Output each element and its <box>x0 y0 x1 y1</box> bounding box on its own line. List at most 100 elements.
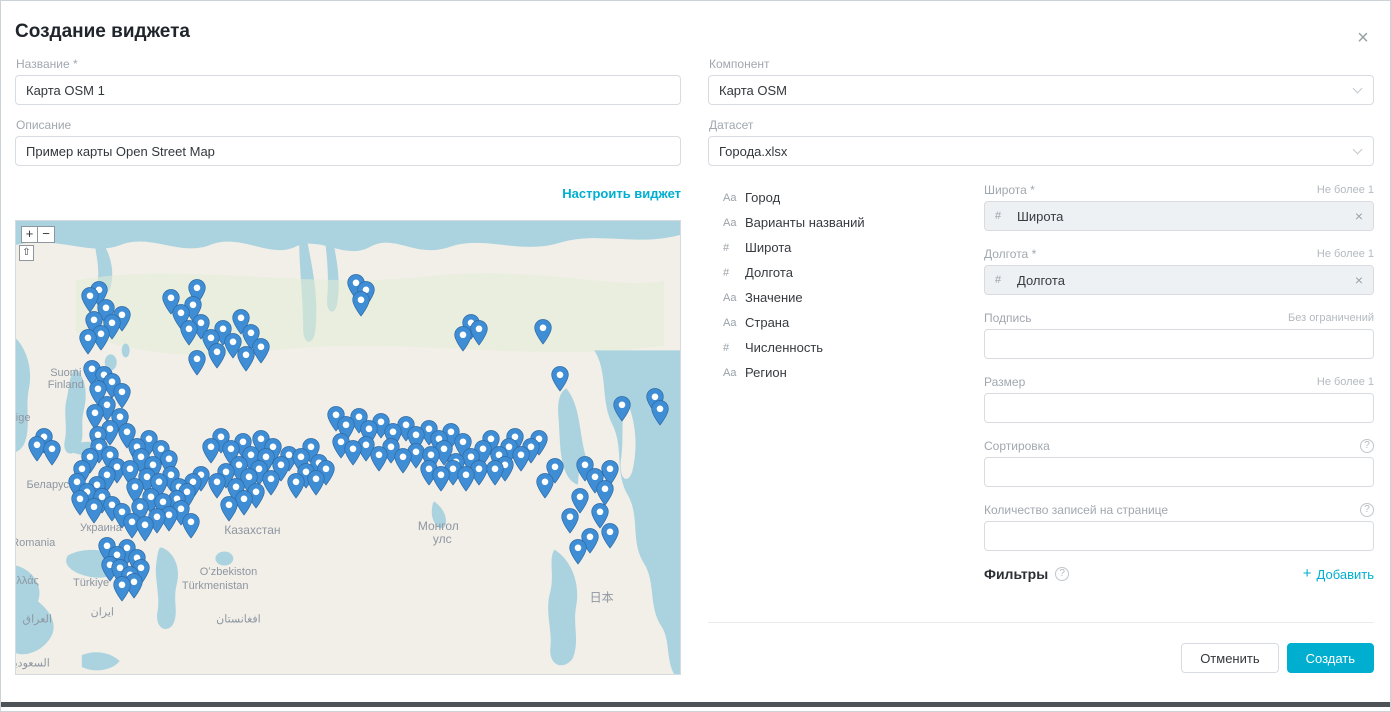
remove-chip-icon[interactable]: × <box>1355 208 1363 224</box>
zoom-out-button[interactable]: − <box>38 226 55 243</box>
footer-divider <box>708 622 1374 623</box>
map-pin[interactable] <box>307 470 326 496</box>
map-pin[interactable] <box>569 539 588 565</box>
help-icon[interactable]: ? <box>1360 439 1374 453</box>
cancel-button[interactable]: Отменить <box>1181 643 1278 673</box>
description-label: Описание <box>16 118 681 132</box>
map-pin[interactable] <box>394 448 413 474</box>
map-pin[interactable] <box>237 346 256 372</box>
dropzones: Широта * Не более 1 # Широта × Долгота *… <box>984 182 1374 582</box>
create-button[interactable]: Создать <box>1287 643 1374 673</box>
dataset-field-item[interactable]: Aa Город <box>723 185 970 210</box>
map-pins-layer <box>16 221 680 674</box>
map-zoom-controls: + − <box>21 226 55 243</box>
dataset-select[interactable]: Города.xlsx <box>708 136 1374 166</box>
map-pin[interactable] <box>613 396 632 422</box>
dataset-fields-list: Aa Город Aa Варианты названий # Широта #… <box>708 182 970 582</box>
dataset-field-item[interactable]: Aa Страна <box>723 310 970 335</box>
chip-type-icon: # <box>995 274 1017 286</box>
chip-name-label: Широта <box>1017 209 1063 224</box>
description-input[interactable] <box>15 136 681 166</box>
map-pin[interactable] <box>352 291 371 317</box>
dropzone-box[interactable] <box>984 393 1374 423</box>
dropzone-box[interactable] <box>984 457 1374 487</box>
map-extent-button[interactable]: ⇧ <box>19 245 34 261</box>
dataset-field-item[interactable]: Aa Регион <box>723 360 970 385</box>
close-button[interactable]: × <box>1352 27 1374 49</box>
dropzone-group: Размер Не более 1 <box>984 374 1374 423</box>
dataset-field-item[interactable]: # Долгота <box>723 260 970 285</box>
map-pin[interactable] <box>180 320 199 346</box>
map-pin[interactable] <box>344 440 363 466</box>
field-type-icon: Aa <box>723 292 745 304</box>
map-pin[interactable] <box>78 329 97 355</box>
help-icon[interactable]: ? <box>1360 503 1374 517</box>
zoom-in-button[interactable]: + <box>21 226 38 243</box>
name-label: Название * <box>16 57 681 71</box>
map-pin[interactable] <box>601 523 620 549</box>
map-pin[interactable] <box>456 466 475 492</box>
dropzone-hint: Не более 1 <box>1317 248 1374 260</box>
add-filter-button[interactable]: + Добавить <box>1303 567 1374 582</box>
map-pin[interactable] <box>220 496 239 522</box>
dropzone-label: Количество записей на странице <box>984 503 1168 517</box>
map-pin[interactable] <box>561 508 580 534</box>
field-name-label: Численность <box>745 340 823 355</box>
dataset-field-item[interactable]: # Широта <box>723 235 970 260</box>
map-pin[interactable] <box>207 343 226 369</box>
map-pin[interactable] <box>182 513 201 539</box>
field-type-icon: Aa <box>723 317 745 329</box>
component-select[interactable]: Карта OSM <box>708 75 1374 105</box>
name-input[interactable] <box>15 75 681 105</box>
dropzone-hint: Не более 1 <box>1317 184 1374 196</box>
map-pin[interactable] <box>202 438 221 464</box>
dataset-select-value: Города.xlsx <box>719 144 787 159</box>
dropzone-box[interactable]: # Долгота × <box>984 265 1374 295</box>
dropzone-group: Широта * Не более 1 # Широта × <box>984 182 1374 231</box>
map-pin[interactable] <box>207 473 226 499</box>
map-pin[interactable] <box>112 576 131 602</box>
configure-widget-link[interactable]: Настроить виджет <box>562 186 681 201</box>
dropzone-box[interactable] <box>984 521 1374 551</box>
dropzone-group: Сортировка ? <box>984 438 1374 487</box>
dropzone-group: Долгота * Не более 1 # Долгота × <box>984 246 1374 295</box>
chip-type-icon: # <box>995 210 1017 222</box>
filters-help-icon[interactable]: ? <box>1055 567 1069 581</box>
dropzone-box[interactable]: # Широта × <box>984 201 1374 231</box>
map-pin[interactable] <box>370 446 389 472</box>
dropzone-label: Сортировка <box>984 439 1050 453</box>
dropzone-label: Подпись <box>984 311 1032 325</box>
filters-row: Фильтры ? + Добавить <box>984 566 1374 582</box>
dropzone-hint: Не более 1 <box>1317 376 1374 388</box>
plus-icon: + <box>1303 567 1312 581</box>
map-pin[interactable] <box>431 466 450 492</box>
map-preview[interactable]: Suomi Finland rige Беларусь Украина Roma… <box>15 220 681 675</box>
dropzone-hint: Без ограничений <box>1288 312 1374 324</box>
dataset-field-item[interactable]: Aa Варианты названий <box>723 210 970 235</box>
map-pin[interactable] <box>536 473 555 499</box>
field-type-icon: # <box>723 342 745 354</box>
map-pin[interactable] <box>187 350 206 376</box>
map-pin[interactable] <box>486 460 505 486</box>
dataset-field-item[interactable]: Aa Значение <box>723 285 970 310</box>
remove-chip-icon[interactable]: × <box>1355 272 1363 288</box>
map-pin[interactable] <box>42 440 61 466</box>
chevron-down-icon <box>1353 84 1363 94</box>
widget-settings-right: Компонент Карта OSM Датасет Города.xlsx … <box>708 57 1374 673</box>
map-pin[interactable] <box>287 473 306 499</box>
dropzone-label: Широта * <box>984 183 1035 197</box>
map-pin[interactable] <box>135 516 154 542</box>
map-pin[interactable] <box>534 319 553 345</box>
close-icon: × <box>1357 27 1369 50</box>
map-pin[interactable] <box>84 498 103 524</box>
map-pin[interactable] <box>551 366 570 392</box>
dropzone-box[interactable] <box>984 329 1374 359</box>
field-type-icon: # <box>723 242 745 254</box>
field-type-icon: Aa <box>723 192 745 204</box>
component-label: Компонент <box>709 57 1374 71</box>
dataset-field-item[interactable]: # Численность <box>723 335 970 360</box>
field-name-label: Страна <box>745 315 789 330</box>
map-pin[interactable] <box>651 400 670 426</box>
field-chip: # Долгота × <box>995 272 1363 288</box>
map-pin[interactable] <box>453 326 472 352</box>
